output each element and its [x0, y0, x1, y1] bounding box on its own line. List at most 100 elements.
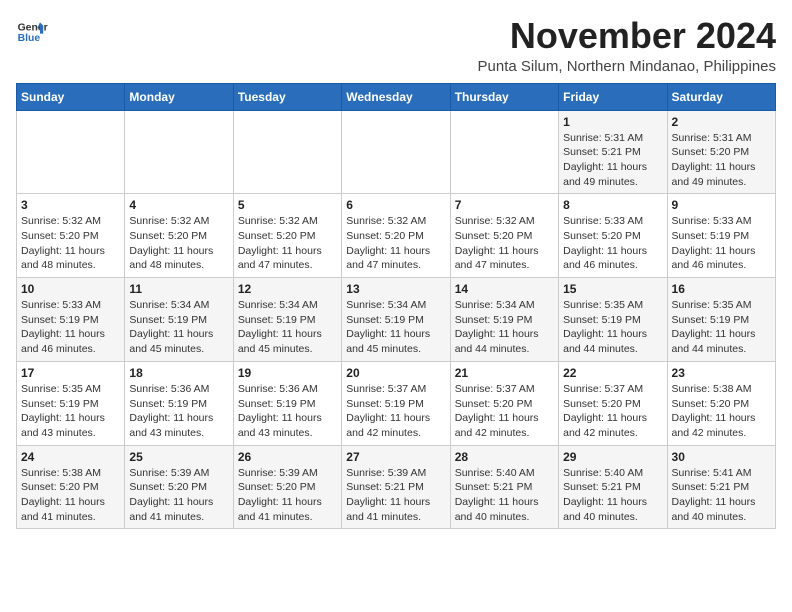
calendar-cell: 15 Sunrise: 5:35 AM Sunset: 5:19 PM Dayli… — [559, 278, 667, 362]
weekday-header-monday: Monday — [125, 83, 233, 110]
day-number: 5 — [238, 198, 337, 212]
calendar-cell: 24Sunrise: 5:38 AM Sunset: 5:20 PM Dayli… — [17, 445, 125, 529]
day-info: Sunrise: 5:38 AM Sunset: 5:20 PM Dayligh… — [21, 466, 120, 525]
day-info: Sunrise: 5:32 AM Sunset: 5:20 PM Dayligh… — [238, 214, 337, 273]
month-title: November 2024 — [478, 16, 777, 56]
calendar-cell — [233, 110, 341, 194]
calendar-cell: 13Sunrise: 5:34 AM Sunset: 5:19 PM Dayli… — [342, 278, 450, 362]
calendar-cell: 21 Sunrise: 5:37 AM Sunset: 5:20 PM Dayli… — [450, 361, 558, 445]
day-info: Sunrise: 5:35 AM Sunset: 5:19 PM Dayligh… — [672, 298, 771, 357]
day-number: 17 — [21, 366, 120, 380]
day-info: Sunrise: 5:32 AM Sunset: 5:20 PM Dayligh… — [129, 214, 228, 273]
day-info: Sunrise: 5:37 AM Sunset: 5:20 PM Dayligh… — [455, 382, 554, 441]
day-number: 20 — [346, 366, 445, 380]
calendar-cell: 26Sunrise: 5:39 AM Sunset: 5:20 PM Dayli… — [233, 445, 341, 529]
calendar-cell: 18 Sunrise: 5:36 AM Sunset: 5:19 PM Dayli… — [125, 361, 233, 445]
calendar-cell: 9Sunrise: 5:33 AM Sunset: 5:19 PM Daylig… — [667, 194, 775, 278]
svg-text:Blue: Blue — [18, 33, 41, 44]
weekday-header-friday: Friday — [559, 83, 667, 110]
day-info: Sunrise: 5:31 AM Sunset: 5:21 PM Dayligh… — [563, 131, 662, 190]
weekday-header-sunday: Sunday — [17, 83, 125, 110]
day-number: 28 — [455, 450, 554, 464]
day-info: Sunrise: 5:38 AM Sunset: 5:20 PM Dayligh… — [672, 382, 771, 441]
calendar-cell: 4 Sunrise: 5:32 AM Sunset: 5:20 PM Daylig… — [125, 194, 233, 278]
day-info: Sunrise: 5:34 AM Sunset: 5:19 PM Dayligh… — [346, 298, 445, 357]
day-info: Sunrise: 5:33 AM Sunset: 5:19 PM Dayligh… — [21, 298, 120, 357]
title-block: November 2024 Punta Silum, Northern Mind… — [478, 16, 777, 75]
calendar-cell: 8 Sunrise: 5:33 AM Sunset: 5:20 PM Daylig… — [559, 194, 667, 278]
day-info: Sunrise: 5:41 AM Sunset: 5:21 PM Dayligh… — [672, 466, 771, 525]
day-info: Sunrise: 5:34 AM Sunset: 5:19 PM Dayligh… — [238, 298, 337, 357]
calendar-cell: 1Sunrise: 5:31 AM Sunset: 5:21 PM Daylig… — [559, 110, 667, 194]
day-info: Sunrise: 5:36 AM Sunset: 5:19 PM Dayligh… — [238, 382, 337, 441]
day-number: 29 — [563, 450, 662, 464]
day-number: 7 — [455, 198, 554, 212]
day-info: Sunrise: 5:39 AM Sunset: 5:20 PM Dayligh… — [238, 466, 337, 525]
day-number: 16 — [672, 282, 771, 296]
weekday-header-saturday: Saturday — [667, 83, 775, 110]
calendar-cell: 3 Sunrise: 5:32 AM Sunset: 5:20 PM Daylig… — [17, 194, 125, 278]
general-blue-logo-icon: General Blue — [16, 16, 48, 48]
day-number: 19 — [238, 366, 337, 380]
calendar-cell: 22 Sunrise: 5:37 AM Sunset: 5:20 PM Dayli… — [559, 361, 667, 445]
calendar-cell: 28 Sunrise: 5:40 AM Sunset: 5:21 PM Dayli… — [450, 445, 558, 529]
calendar-cell: 6Sunrise: 5:32 AM Sunset: 5:20 PM Daylig… — [342, 194, 450, 278]
calendar-cell: 23 Sunrise: 5:38 AM Sunset: 5:20 PM Dayli… — [667, 361, 775, 445]
day-number: 14 — [455, 282, 554, 296]
day-info: Sunrise: 5:39 AM Sunset: 5:21 PM Dayligh… — [346, 466, 445, 525]
weekday-header-tuesday: Tuesday — [233, 83, 341, 110]
calendar-cell — [450, 110, 558, 194]
day-info: Sunrise: 5:35 AM Sunset: 5:19 PM Dayligh… — [563, 298, 662, 357]
day-info: Sunrise: 5:40 AM Sunset: 5:21 PM Dayligh… — [563, 466, 662, 525]
calendar-cell — [125, 110, 233, 194]
day-number: 10 — [21, 282, 120, 296]
day-number: 30 — [672, 450, 771, 464]
calendar-cell: 16 Sunrise: 5:35 AM Sunset: 5:19 PM Dayli… — [667, 278, 775, 362]
day-number: 9 — [672, 198, 771, 212]
calendar-week-row: 24Sunrise: 5:38 AM Sunset: 5:20 PM Dayli… — [17, 445, 776, 529]
day-info: Sunrise: 5:32 AM Sunset: 5:20 PM Dayligh… — [21, 214, 120, 273]
day-number: 6 — [346, 198, 445, 212]
calendar-cell: 29 Sunrise: 5:40 AM Sunset: 5:21 PM Dayli… — [559, 445, 667, 529]
day-number: 23 — [672, 366, 771, 380]
calendar-cell: 10 Sunrise: 5:33 AM Sunset: 5:19 PM Dayli… — [17, 278, 125, 362]
day-info: Sunrise: 5:33 AM Sunset: 5:20 PM Dayligh… — [563, 214, 662, 273]
day-info: Sunrise: 5:31 AM Sunset: 5:20 PM Dayligh… — [672, 131, 771, 190]
calendar-cell: 25Sunrise: 5:39 AM Sunset: 5:20 PM Dayli… — [125, 445, 233, 529]
calendar-cell: 19 Sunrise: 5:36 AM Sunset: 5:19 PM Dayli… — [233, 361, 341, 445]
calendar-table: SundayMondayTuesdayWednesdayThursdayFrid… — [16, 83, 776, 530]
calendar-cell: 12 Sunrise: 5:34 AM Sunset: 5:19 PM Dayli… — [233, 278, 341, 362]
calendar-cell: 17Sunrise: 5:35 AM Sunset: 5:19 PM Dayli… — [17, 361, 125, 445]
calendar-week-row: 17Sunrise: 5:35 AM Sunset: 5:19 PM Dayli… — [17, 361, 776, 445]
day-number: 2 — [672, 115, 771, 129]
day-info: Sunrise: 5:40 AM Sunset: 5:21 PM Dayligh… — [455, 466, 554, 525]
svg-text:General: General — [18, 22, 48, 33]
day-number: 18 — [129, 366, 228, 380]
weekday-header-thursday: Thursday — [450, 83, 558, 110]
page-header: General Blue November 2024 Punta Silum, … — [16, 16, 776, 75]
day-number: 15 — [563, 282, 662, 296]
calendar-cell: 5 Sunrise: 5:32 AM Sunset: 5:20 PM Daylig… — [233, 194, 341, 278]
weekday-header-row: SundayMondayTuesdayWednesdayThursdayFrid… — [17, 83, 776, 110]
day-info: Sunrise: 5:37 AM Sunset: 5:20 PM Dayligh… — [563, 382, 662, 441]
logo: General Blue — [16, 16, 50, 48]
day-number: 8 — [563, 198, 662, 212]
day-number: 21 — [455, 366, 554, 380]
calendar-cell: 30 Sunrise: 5:41 AM Sunset: 5:21 PM Dayli… — [667, 445, 775, 529]
calendar-week-row: 1Sunrise: 5:31 AM Sunset: 5:21 PM Daylig… — [17, 110, 776, 194]
day-number: 3 — [21, 198, 120, 212]
day-info: Sunrise: 5:34 AM Sunset: 5:19 PM Dayligh… — [129, 298, 228, 357]
calendar-cell: 2 Sunrise: 5:31 AM Sunset: 5:20 PM Daylig… — [667, 110, 775, 194]
day-number: 12 — [238, 282, 337, 296]
day-number: 4 — [129, 198, 228, 212]
day-info: Sunrise: 5:32 AM Sunset: 5:20 PM Dayligh… — [455, 214, 554, 273]
day-number: 27 — [346, 450, 445, 464]
weekday-header-wednesday: Wednesday — [342, 83, 450, 110]
calendar-cell: 11Sunrise: 5:34 AM Sunset: 5:19 PM Dayli… — [125, 278, 233, 362]
calendar-cell: 27 Sunrise: 5:39 AM Sunset: 5:21 PM Dayli… — [342, 445, 450, 529]
day-number: 22 — [563, 366, 662, 380]
day-number: 25 — [129, 450, 228, 464]
day-info: Sunrise: 5:37 AM Sunset: 5:19 PM Dayligh… — [346, 382, 445, 441]
calendar-cell — [342, 110, 450, 194]
day-info: Sunrise: 5:36 AM Sunset: 5:19 PM Dayligh… — [129, 382, 228, 441]
